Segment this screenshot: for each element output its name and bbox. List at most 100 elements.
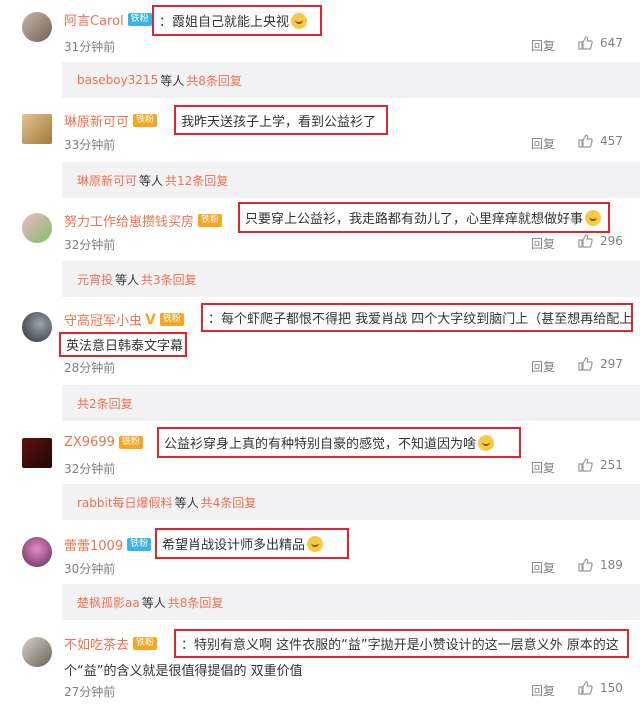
highlight-box: ：特别有意义啊 这件衣服的“益”字拋开是小赞设计的这一层意义外 原本的这: [174, 629, 629, 658]
verified-icon: V: [145, 311, 156, 328]
comment-text-cont: 个“益”的含义就是很值得提倡的 双重价值: [64, 664, 303, 679]
sub-replies[interactable]: 琳原新可可 等人 共12条回复: [62, 162, 640, 198]
fan-badge: 铁粉: [133, 637, 158, 650]
avatar[interactable]: [22, 213, 52, 243]
highlight-box: 希望肖战设计师多出精品: [155, 528, 349, 559]
reply-count-link[interactable]: 共8条回复: [168, 594, 224, 611]
thumbs-up-icon: [578, 458, 593, 472]
sub-replies[interactable]: baseboy3215 等人 共8条回复: [62, 62, 640, 98]
reply-button[interactable]: 回复: [531, 358, 555, 375]
thumbs-up-icon: [578, 558, 593, 572]
fan-badge: 铁粉: [118, 436, 143, 449]
comment-text: ：特别有意义啊 这件衣服的“益”字拋开是小赞设计的这一层意义外 原本的这: [181, 638, 619, 653]
fan-badge: 铁粉: [198, 214, 223, 227]
highlight-box: ：每个虾爬子都恨不得把 我爱肖战 四个大字纹到脑门上（甚至想再给配上: [201, 303, 633, 332]
like-count: 251: [600, 458, 623, 472]
comment-text: 公益衫穿身上真的有种特别自豪的感觉，不知道因为啥: [164, 437, 477, 452]
fan-badge: 铁粉: [127, 538, 152, 551]
sub-mid-text: 等人: [139, 173, 164, 188]
like-count: 647: [600, 36, 623, 50]
sub-replies[interactable]: 共2条回复: [62, 385, 640, 421]
sub-mid-text: 等人: [115, 272, 140, 287]
sub-username[interactable]: 楚枫孤影aa: [77, 594, 140, 611]
sub-mid-text: 等人: [174, 495, 199, 510]
timestamp: 33分钟前: [64, 138, 116, 152]
comment-text: 希望肖战设计师多出精品: [162, 538, 306, 553]
timestamp: 32分钟前: [64, 238, 116, 252]
reply-count-link[interactable]: 共12条回复: [165, 172, 228, 189]
like-button[interactable]: 457: [578, 134, 623, 148]
fan-badge: 铁粉: [159, 313, 184, 326]
avatar[interactable]: [22, 114, 52, 144]
sub-username[interactable]: rabbit每日爆假料: [77, 494, 173, 511]
reply-count-link[interactable]: 共8条回复: [186, 72, 242, 89]
highlight-box: 只要穿上公益衫，我走路都有劲儿了，心里痒痒就想做好事: [238, 202, 610, 233]
fan-badge: 铁粉: [127, 13, 152, 26]
like-button[interactable]: 189: [578, 558, 623, 572]
sub-mid-text: 等人: [160, 73, 185, 88]
username[interactable]: ZX9699: [64, 435, 115, 450]
like-button[interactable]: 251: [578, 458, 623, 472]
reply-count-link[interactable]: 共2条回复: [77, 395, 133, 412]
comment-text: ：霞姐自己就能上央视: [159, 15, 290, 30]
comment-text: 我昨天送孩子上学，看到公益衫了: [181, 114, 377, 130]
sub-username[interactable]: 元宵投: [77, 271, 113, 288]
like-count: 189: [600, 558, 623, 572]
thumbs-up-icon: [578, 357, 593, 371]
like-button[interactable]: 647: [578, 36, 623, 50]
sub-mid-text: 等人: [141, 595, 166, 610]
like-button[interactable]: 296: [578, 234, 623, 248]
sub-username[interactable]: 琳原新可可: [77, 172, 137, 189]
sub-username[interactable]: baseboy3215: [77, 73, 158, 87]
highlight-box: 英法意日韩泰文字幕: [59, 332, 187, 357]
comment-text: ：每个虾爬子都恨不得把 我爱肖战 四个大字纹到脑门上（甚至想再给配上: [208, 312, 633, 327]
username[interactable]: 阿言Carol: [64, 10, 124, 29]
comment-text: 只要穿上公益衫，我走路都有劲儿了，心里痒痒就想做好事: [245, 212, 584, 227]
username[interactable]: 努力工作给崽攒钱买房: [64, 211, 194, 230]
reply-button[interactable]: 回复: [531, 135, 555, 152]
avatar[interactable]: [22, 312, 52, 342]
comment-text-cont: 英法意日韩泰文字幕: [66, 339, 184, 354]
avatar[interactable]: [22, 438, 52, 468]
avatar[interactable]: [22, 537, 52, 567]
timestamp: 30分钟前: [64, 562, 116, 576]
timestamp: 32分钟前: [64, 462, 116, 476]
highlight-box: 公益衫穿身上真的有种特别自豪的感觉，不知道因为啥: [157, 427, 521, 458]
username[interactable]: 琳原新可可: [64, 111, 129, 130]
like-count: 297: [600, 357, 623, 371]
highlight-box: 我昨天送孩子上学，看到公益衫了: [174, 105, 388, 135]
like-count: 457: [600, 134, 623, 148]
sub-replies[interactable]: 楚枫孤影aa 等人 共8条回复: [62, 584, 640, 620]
like-count: 150: [600, 681, 623, 695]
thumbs-up-icon: [578, 134, 593, 148]
sub-replies[interactable]: 元宵投 等人 共3条回复: [62, 261, 640, 297]
emoji-icon: [291, 12, 308, 29]
thumbs-up-icon: [578, 681, 593, 695]
reply-count-link[interactable]: 共3条回复: [141, 271, 197, 288]
reply-button[interactable]: 回复: [531, 559, 555, 576]
username[interactable]: 守高冠军小虫: [64, 310, 142, 329]
like-button[interactable]: 150: [578, 681, 623, 695]
timestamp: 27分钟前: [64, 685, 116, 699]
reply-count-link[interactable]: 共4条回复: [201, 494, 257, 511]
emoji-icon: [585, 209, 602, 226]
like-count: 296: [600, 234, 623, 248]
reply-button[interactable]: 回复: [531, 37, 555, 54]
timestamp: 31分钟前: [64, 40, 116, 54]
emoji-icon: [478, 434, 495, 451]
avatar[interactable]: [22, 637, 52, 667]
username[interactable]: 不如吃茶去: [64, 634, 129, 653]
reply-button[interactable]: 回复: [531, 682, 555, 699]
fan-badge: 铁粉: [133, 114, 158, 127]
avatar[interactable]: [22, 12, 52, 42]
like-button[interactable]: 297: [578, 357, 623, 371]
sub-replies[interactable]: rabbit每日爆假料 等人 共4条回复: [62, 484, 640, 520]
thumbs-up-icon: [578, 36, 593, 50]
reply-button[interactable]: 回复: [531, 235, 555, 252]
username[interactable]: 蕾蕾1009: [64, 535, 123, 554]
thumbs-up-icon: [578, 234, 593, 248]
timestamp: 28分钟前: [64, 361, 116, 375]
emoji-icon: [307, 535, 324, 552]
highlight-box: ：霞姐自己就能上央视: [152, 5, 322, 36]
reply-button[interactable]: 回复: [531, 459, 555, 476]
